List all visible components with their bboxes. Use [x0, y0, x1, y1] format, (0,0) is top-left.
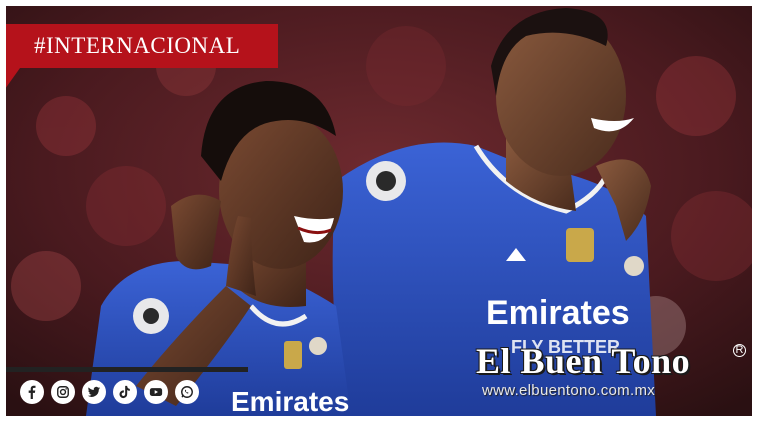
twitter-icon[interactable]: [82, 380, 106, 404]
brand-url: www.elbuentono.com.mx: [482, 382, 656, 399]
jersey-sponsor-text-2: Emirates: [231, 386, 349, 416]
facebook-icon[interactable]: [20, 380, 44, 404]
category-tag-notch: [6, 68, 20, 96]
category-tag[interactable]: #INTERNACIONAL: [6, 24, 278, 68]
social-icons-bar: [20, 380, 199, 404]
youtube-icon[interactable]: [144, 380, 168, 404]
tiktok-icon[interactable]: [113, 380, 137, 404]
category-tag-label: #INTERNACIONAL: [34, 33, 241, 58]
instagram-icon[interactable]: [51, 380, 75, 404]
brand-logo-name: El Buen Tono: [476, 341, 691, 381]
whatsapp-icon[interactable]: [175, 380, 199, 404]
news-image-frame: Emirates FLY BETTER Emirates #INTERNACIO…: [6, 6, 752, 416]
registered-mark: R: [733, 344, 746, 357]
social-divider-line: [6, 367, 248, 372]
brand-watermark: El Buen Tono R www.elbuentono.com.mx: [476, 340, 746, 399]
jersey-sponsor-text: Emirates: [486, 294, 630, 332]
